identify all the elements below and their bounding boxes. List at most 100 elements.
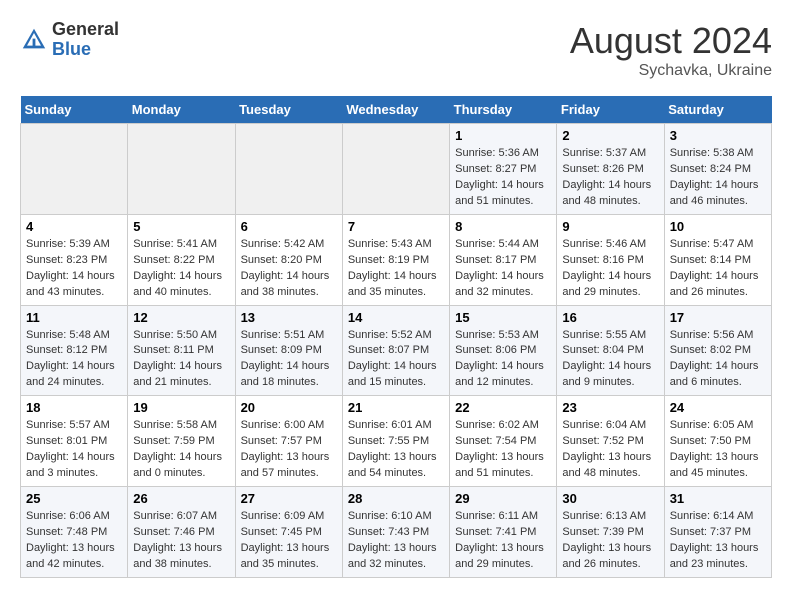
day-number: 5	[133, 219, 229, 234]
calendar-cell: 9 Sunrise: 5:46 AMSunset: 8:16 PMDaylight…	[557, 214, 664, 305]
calendar-cell: 10 Sunrise: 5:47 AMSunset: 8:14 PMDayligh…	[664, 214, 771, 305]
calendar-cell: 15 Sunrise: 5:53 AMSunset: 8:06 PMDayligh…	[450, 305, 557, 396]
calendar-week-row: 4 Sunrise: 5:39 AMSunset: 8:23 PMDaylight…	[21, 214, 772, 305]
calendar-cell: 17Sunrise: 5:56 AMSunset: 8:02 PMDayligh…	[664, 305, 771, 396]
calendar-cell: 8 Sunrise: 5:44 AMSunset: 8:17 PMDaylight…	[450, 214, 557, 305]
header-cell-wednesday: Wednesday	[342, 96, 449, 124]
day-number: 4	[26, 219, 122, 234]
day-info: Sunrise: 5:43 AMSunset: 8:19 PMDaylight:…	[348, 237, 444, 301]
calendar-cell: 30 Sunrise: 6:13 AMSunset: 7:39 PMDayligh…	[557, 487, 664, 578]
calendar-cell: 25 Sunrise: 6:06 AMSunset: 7:48 PMDayligh…	[21, 487, 128, 578]
day-info: Sunrise: 6:06 AMSunset: 7:48 PMDaylight:…	[26, 509, 122, 573]
day-info: Sunrise: 6:14 AMSunset: 7:37 PMDaylight:…	[670, 509, 766, 573]
calendar-week-row: 11 Sunrise: 5:48 AMSunset: 8:12 PMDayligh…	[21, 305, 772, 396]
logo-general-text: General	[52, 20, 119, 40]
day-number: 23	[562, 400, 658, 415]
day-info: Sunrise: 5:46 AMSunset: 8:16 PMDaylight:…	[562, 237, 658, 301]
day-number: 10	[670, 219, 766, 234]
calendar-cell: 19 Sunrise: 5:58 AMSunset: 7:59 PMDayligh…	[128, 396, 235, 487]
month-year: August 2024	[570, 20, 772, 62]
calendar-cell: 13Sunrise: 5:51 AMSunset: 8:09 PMDayligh…	[235, 305, 342, 396]
day-info: Sunrise: 6:01 AMSunset: 7:55 PMDaylight:…	[348, 418, 444, 482]
logo-icon	[20, 26, 48, 54]
calendar-cell: 4 Sunrise: 5:39 AMSunset: 8:23 PMDaylight…	[21, 214, 128, 305]
day-info: Sunrise: 6:05 AMSunset: 7:50 PMDaylight:…	[670, 418, 766, 482]
logo: General Blue	[20, 20, 119, 60]
day-number: 21	[348, 400, 444, 415]
day-info: Sunrise: 5:50 AMSunset: 8:11 PMDaylight:…	[133, 328, 229, 392]
day-number: 12	[133, 310, 229, 325]
day-info: Sunrise: 6:00 AMSunset: 7:57 PMDaylight:…	[241, 418, 337, 482]
calendar-cell: 16 Sunrise: 5:55 AMSunset: 8:04 PMDayligh…	[557, 305, 664, 396]
header-cell-tuesday: Tuesday	[235, 96, 342, 124]
calendar-cell: 29Sunrise: 6:11 AMSunset: 7:41 PMDayligh…	[450, 487, 557, 578]
calendar-cell: 2 Sunrise: 5:37 AMSunset: 8:26 PMDaylight…	[557, 124, 664, 215]
day-info: Sunrise: 5:37 AMSunset: 8:26 PMDaylight:…	[562, 146, 658, 210]
calendar-week-row: 1 Sunrise: 5:36 AMSunset: 8:27 PMDaylight…	[21, 124, 772, 215]
day-number: 8	[455, 219, 551, 234]
day-info: Sunrise: 6:04 AMSunset: 7:52 PMDaylight:…	[562, 418, 658, 482]
day-info: Sunrise: 5:36 AMSunset: 8:27 PMDaylight:…	[455, 146, 551, 210]
day-info: Sunrise: 5:52 AMSunset: 8:07 PMDaylight:…	[348, 328, 444, 392]
calendar-cell	[21, 124, 128, 215]
day-info: Sunrise: 5:58 AMSunset: 7:59 PMDaylight:…	[133, 418, 229, 482]
day-info: Sunrise: 5:55 AMSunset: 8:04 PMDaylight:…	[562, 328, 658, 392]
calendar-week-row: 25 Sunrise: 6:06 AMSunset: 7:48 PMDayligh…	[21, 487, 772, 578]
day-info: Sunrise: 5:53 AMSunset: 8:06 PMDaylight:…	[455, 328, 551, 392]
calendar-week-row: 18 Sunrise: 5:57 AMSunset: 8:01 PMDayligh…	[21, 396, 772, 487]
day-number: 30	[562, 491, 658, 506]
calendar-cell: 28Sunrise: 6:10 AMSunset: 7:43 PMDayligh…	[342, 487, 449, 578]
day-number: 6	[241, 219, 337, 234]
day-info: Sunrise: 6:09 AMSunset: 7:45 PMDaylight:…	[241, 509, 337, 573]
logo-text: General Blue	[52, 20, 119, 60]
calendar-cell: 23 Sunrise: 6:04 AMSunset: 7:52 PMDayligh…	[557, 396, 664, 487]
day-number: 16	[562, 310, 658, 325]
day-number: 26	[133, 491, 229, 506]
day-info: Sunrise: 5:44 AMSunset: 8:17 PMDaylight:…	[455, 237, 551, 301]
day-number: 9	[562, 219, 658, 234]
day-number: 2	[562, 128, 658, 143]
calendar-cell: 14 Sunrise: 5:52 AMSunset: 8:07 PMDayligh…	[342, 305, 449, 396]
calendar-cell: 31Sunrise: 6:14 AMSunset: 7:37 PMDayligh…	[664, 487, 771, 578]
day-info: Sunrise: 5:42 AMSunset: 8:20 PMDaylight:…	[241, 237, 337, 301]
header-cell-monday: Monday	[128, 96, 235, 124]
day-number: 20	[241, 400, 337, 415]
day-number: 1	[455, 128, 551, 143]
calendar-cell: 6 Sunrise: 5:42 AMSunset: 8:20 PMDaylight…	[235, 214, 342, 305]
calendar-table: SundayMondayTuesdayWednesdayThursdayFrid…	[20, 96, 772, 578]
calendar-cell: 11 Sunrise: 5:48 AMSunset: 8:12 PMDayligh…	[21, 305, 128, 396]
header-cell-sunday: Sunday	[21, 96, 128, 124]
calendar-cell: 27Sunrise: 6:09 AMSunset: 7:45 PMDayligh…	[235, 487, 342, 578]
day-info: Sunrise: 6:10 AMSunset: 7:43 PMDaylight:…	[348, 509, 444, 573]
calendar-cell: 3Sunrise: 5:38 AMSunset: 8:24 PMDaylight…	[664, 124, 771, 215]
calendar-cell: 20 Sunrise: 6:00 AMSunset: 7:57 PMDayligh…	[235, 396, 342, 487]
day-info: Sunrise: 5:48 AMSunset: 8:12 PMDaylight:…	[26, 328, 122, 392]
location: Sychavka, Ukraine	[570, 62, 772, 80]
calendar-cell: 12 Sunrise: 5:50 AMSunset: 8:11 PMDayligh…	[128, 305, 235, 396]
calendar-header-row: SundayMondayTuesdayWednesdayThursdayFrid…	[21, 96, 772, 124]
day-info: Sunrise: 5:38 AMSunset: 8:24 PMDaylight:…	[670, 146, 766, 210]
calendar-cell: 7 Sunrise: 5:43 AMSunset: 8:19 PMDaylight…	[342, 214, 449, 305]
day-number: 22	[455, 400, 551, 415]
day-number: 17	[670, 310, 766, 325]
day-info: Sunrise: 5:39 AMSunset: 8:23 PMDaylight:…	[26, 237, 122, 301]
day-info: Sunrise: 6:02 AMSunset: 7:54 PMDaylight:…	[455, 418, 551, 482]
day-info: Sunrise: 6:11 AMSunset: 7:41 PMDaylight:…	[455, 509, 551, 573]
day-number: 18	[26, 400, 122, 415]
day-number: 19	[133, 400, 229, 415]
day-info: Sunrise: 6:13 AMSunset: 7:39 PMDaylight:…	[562, 509, 658, 573]
header-cell-friday: Friday	[557, 96, 664, 124]
day-info: Sunrise: 5:47 AMSunset: 8:14 PMDaylight:…	[670, 237, 766, 301]
day-number: 25	[26, 491, 122, 506]
day-info: Sunrise: 5:57 AMSunset: 8:01 PMDaylight:…	[26, 418, 122, 482]
header-cell-thursday: Thursday	[450, 96, 557, 124]
day-number: 7	[348, 219, 444, 234]
calendar-cell: 21 Sunrise: 6:01 AMSunset: 7:55 PMDayligh…	[342, 396, 449, 487]
day-number: 14	[348, 310, 444, 325]
day-number: 15	[455, 310, 551, 325]
calendar-cell: 22 Sunrise: 6:02 AMSunset: 7:54 PMDayligh…	[450, 396, 557, 487]
calendar-cell: 1 Sunrise: 5:36 AMSunset: 8:27 PMDaylight…	[450, 124, 557, 215]
calendar-cell: 26 Sunrise: 6:07 AMSunset: 7:46 PMDayligh…	[128, 487, 235, 578]
day-info: Sunrise: 6:07 AMSunset: 7:46 PMDaylight:…	[133, 509, 229, 573]
day-number: 11	[26, 310, 122, 325]
